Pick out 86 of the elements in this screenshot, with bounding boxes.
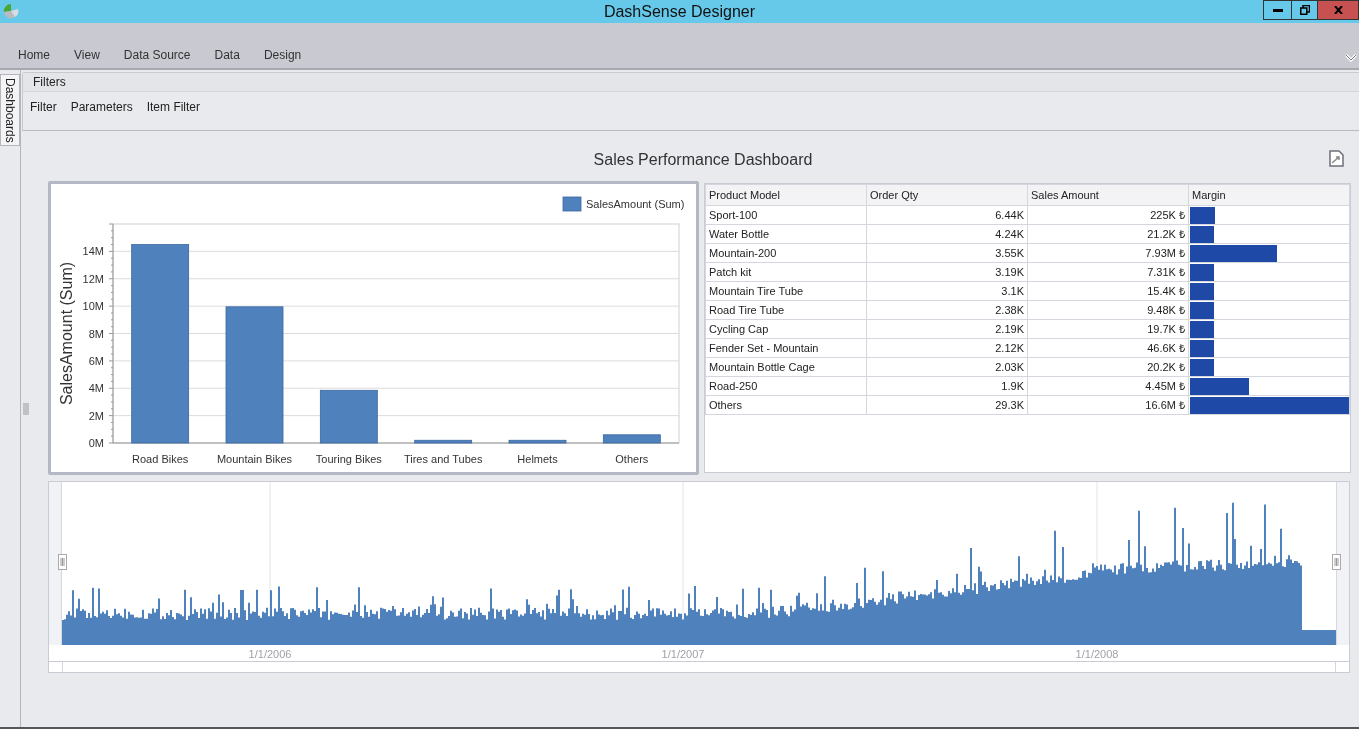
table-cell: 2.19K	[866, 319, 1028, 339]
table-cell: Patch kit	[705, 262, 867, 282]
axis-label: 14M	[82, 245, 104, 258]
ribbon-tab[interactable]: Data	[202, 44, 252, 68]
table-cell: 46.6K ₺	[1027, 338, 1189, 358]
axis-label: 1/1/2008	[1075, 647, 1119, 662]
restore-icon	[1299, 5, 1310, 15]
range-handle[interactable]	[1332, 554, 1341, 570]
dashboard-title: Sales Performance Dashboard	[592, 150, 813, 170]
axis-label: 10M	[82, 300, 104, 313]
table-cell: 15.4K ₺	[1027, 281, 1189, 301]
table-cell: Mountain Bottle Cage	[705, 357, 867, 377]
bar	[414, 439, 473, 444]
table-cell: 29.3K	[866, 395, 1028, 415]
table-cell: 21.2K ₺	[1027, 224, 1189, 244]
table-cell: Others	[705, 395, 867, 415]
table-cell: 9.48K ₺	[1027, 300, 1189, 320]
column-header[interactable]: Product Model	[705, 184, 867, 206]
axis-label: Others	[615, 453, 649, 465]
axis-label: Mountain Bikes	[216, 453, 293, 465]
close-button[interactable]	[1318, 0, 1359, 20]
axis-label: 0M	[88, 437, 104, 449]
export-icon[interactable]	[1329, 150, 1344, 167]
bar	[319, 389, 378, 444]
table-cell: 3.55K	[866, 243, 1028, 263]
table-cell: 1.9K	[866, 376, 1028, 396]
ribbon-tab[interactable]: Design	[251, 44, 314, 68]
axis-label: 1/1/2006	[248, 647, 292, 662]
axis-label: Touring Bikes	[315, 453, 382, 465]
bar	[602, 434, 661, 444]
minimize-icon	[1272, 8, 1283, 12]
ribbon-tab[interactable]: Data Source	[111, 44, 203, 68]
bar	[508, 439, 567, 444]
table-cell: Road Tire Tube	[705, 300, 867, 320]
table-cell: Water Bottle	[705, 224, 867, 244]
chevron-down-icon[interactable]	[1345, 54, 1357, 62]
panel-title: Filters	[23, 73, 1359, 92]
filter-button[interactable]: Item Filter	[146, 99, 201, 115]
table-cell: 7.31K ₺	[1027, 262, 1189, 282]
column-header[interactable]: Order Qty	[866, 184, 1028, 206]
table-cell: 2.38K	[866, 300, 1028, 320]
table-cell: Mountain Tire Tube	[705, 281, 867, 301]
table-cell: 225K ₺	[1027, 205, 1189, 225]
grip-icon[interactable]	[23, 403, 29, 415]
restore-button[interactable]	[1292, 0, 1318, 20]
side-tab[interactable]: Dashboards	[0, 74, 20, 146]
table-cell: Road-250	[705, 376, 867, 396]
window-title: DashSense Designer	[603, 1, 756, 22]
axis-label: Tires and Tubes	[403, 453, 483, 465]
ribbon-tab[interactable]: Home	[6, 44, 62, 68]
axis-label: 4M	[88, 382, 104, 395]
axis-label: 1/1/2007	[661, 647, 705, 662]
axis-label: 2M	[88, 409, 104, 422]
filter-button[interactable]: Filter	[30, 99, 57, 115]
column-header[interactable]: Margin	[1188, 184, 1350, 206]
close-icon	[1333, 6, 1343, 14]
axis-title: SalesAmount (Sum)	[58, 261, 75, 406]
axis-label: 12M	[82, 272, 104, 285]
legend-label: SalesAmount (Sum)	[586, 198, 685, 210]
table-cell: Fender Set - Mountain	[705, 338, 867, 358]
legend-swatch	[562, 196, 582, 212]
table-cell: 16.6M ₺	[1027, 395, 1189, 415]
table-cell: 4.24K	[866, 224, 1028, 244]
table-cell: 20.2K ₺	[1027, 357, 1189, 377]
table-cell: 2.03K	[866, 357, 1028, 377]
table-cell: Cycling Cap	[705, 319, 867, 339]
table-cell: Mountain-200	[705, 243, 867, 263]
column-header[interactable]: Sales Amount	[1027, 184, 1189, 206]
table-cell: 6.44K	[866, 205, 1028, 225]
axis-label: Helmets	[517, 453, 558, 465]
app-logo-icon	[3, 3, 19, 19]
table-cell: 7.93M ₺	[1027, 243, 1189, 263]
table-cell: 2.12K	[866, 338, 1028, 358]
table-cell: 3.1K	[866, 281, 1028, 301]
range-handle[interactable]	[58, 554, 67, 570]
axis-label: Road Bikes	[132, 453, 189, 465]
table-cell: 3.19K	[866, 262, 1028, 282]
table-cell: 19.7K ₺	[1027, 319, 1189, 339]
axis-label: 8M	[88, 327, 104, 340]
scrollbar[interactable]	[62, 662, 1336, 672]
table-cell: Sport-100	[705, 205, 867, 225]
axis-label: 6M	[88, 354, 104, 367]
ribbon-tab[interactable]: View	[62, 44, 112, 68]
minimize-button[interactable]	[1263, 0, 1292, 20]
filter-button[interactable]: Parameters	[70, 99, 133, 115]
table-cell: 4.45M ₺	[1027, 376, 1189, 396]
